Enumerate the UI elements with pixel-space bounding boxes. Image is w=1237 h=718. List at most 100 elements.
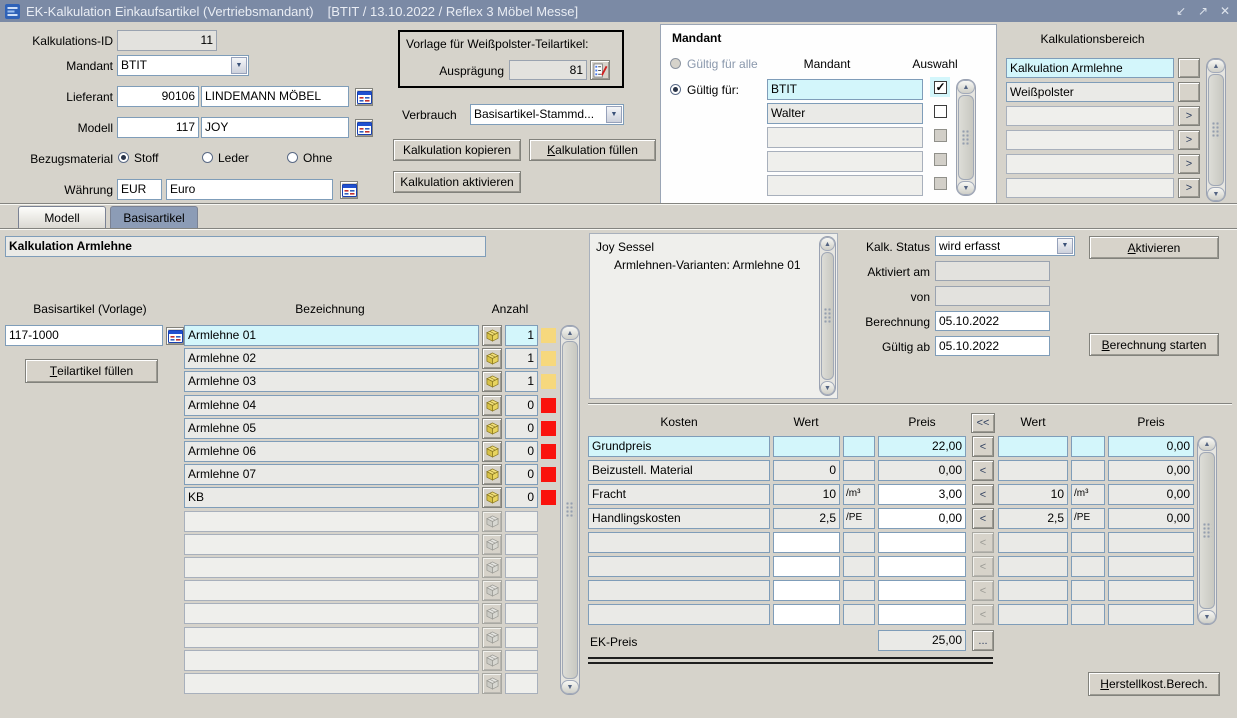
wert-cell[interactable]: 0 (773, 460, 840, 481)
preis-cell[interactable] (878, 604, 966, 625)
bezeichnung-field[interactable]: Armlehne 01 (184, 325, 479, 346)
wert-cell[interactable] (773, 532, 840, 553)
teilartikel-package-button[interactable] (482, 418, 502, 439)
verbrauch-select[interactable]: Basisartikel-Stammd...▼ (470, 104, 624, 125)
anzahl-field[interactable]: 0 (505, 418, 538, 439)
title-bar[interactable]: EK-Kalkulation Einkaufsartikel (Vertrieb… (0, 0, 1237, 22)
kosten-cell[interactable]: Grundpreis (588, 436, 770, 457)
ek-preis-more-button[interactable]: ... (972, 630, 994, 651)
bezeichnung-field[interactable]: Armlehne 05 (184, 418, 479, 439)
wert2-unit-cell[interactable] (1071, 532, 1105, 553)
wert-unit-cell[interactable] (843, 460, 875, 481)
kosten-cell[interactable]: Handlingskosten (588, 508, 770, 529)
preis2-cell[interactable] (1108, 556, 1194, 577)
scroll-thumb[interactable] (821, 252, 834, 380)
teilartikel-package-button[interactable] (482, 325, 502, 346)
teilartikel-package-button[interactable] (482, 487, 502, 508)
mandant-row-field[interactable]: BTIT (767, 79, 923, 100)
kalkulationsbereich-row-button[interactable]: > (1178, 106, 1200, 126)
wert2-unit-cell[interactable] (1071, 556, 1105, 577)
preis2-cell[interactable]: 0,00 (1108, 508, 1194, 529)
wert2-cell[interactable] (998, 532, 1068, 553)
chevron-down-icon[interactable]: ▼ (606, 106, 622, 123)
bezeichnung-field[interactable]: Armlehne 02 (184, 348, 479, 369)
transfer-row-button[interactable]: < (972, 508, 994, 529)
auswahl-checkbox[interactable] (934, 105, 947, 118)
modell-number-field[interactable]: 117 (117, 117, 199, 138)
wert2-unit-cell[interactable] (1071, 436, 1105, 457)
modell-lookup-button[interactable] (355, 119, 373, 137)
waehrung-name-field[interactable]: Euro (166, 179, 333, 200)
scroll-down-button[interactable]: ▼ (561, 680, 579, 694)
preis2-cell[interactable] (1108, 532, 1194, 553)
auswahl-checkbox[interactable]: ✓ (934, 81, 947, 94)
scroll-up-button[interactable]: ▲ (1207, 59, 1225, 73)
lieferant-number-field[interactable]: 90106 (117, 86, 199, 107)
anzahl-field[interactable]: 0 (505, 441, 538, 462)
kalkulationsbereich-row-button[interactable] (1178, 58, 1200, 78)
teilartikel-package-button[interactable] (482, 395, 502, 416)
scroll-down-button[interactable]: ▼ (1207, 187, 1225, 201)
wert-unit-cell[interactable] (843, 580, 875, 601)
teilartikel-package-button[interactable] (482, 348, 502, 369)
scroll-up-button[interactable]: ▲ (820, 237, 835, 251)
preis-cell[interactable]: 0,00 (878, 460, 966, 481)
scroll-up-button[interactable]: ▲ (561, 326, 579, 340)
scroll-thumb[interactable] (1208, 74, 1224, 186)
basisartikel-lookup-button[interactable] (166, 327, 184, 345)
preis2-cell[interactable]: 0,00 (1108, 484, 1194, 505)
wert2-unit-cell[interactable] (1071, 580, 1105, 601)
wert2-cell[interactable] (998, 580, 1068, 601)
kalkulationsbereich-row-button[interactable] (1178, 82, 1200, 102)
wert2-unit-cell[interactable]: /PE (1071, 508, 1105, 529)
teilartikel-fuellen-button[interactable]: Teilartikel füllen (25, 359, 158, 383)
kalkulation-fuellen-button[interactable]: Kalkulation füllen (529, 139, 656, 161)
teilartikel-package-button[interactable] (482, 441, 502, 462)
wert2-cell[interactable]: 10 (998, 484, 1068, 505)
preis2-cell[interactable] (1108, 580, 1194, 601)
bezeichnung-field[interactable]: Armlehne 04 (184, 395, 479, 416)
transfer-row-button[interactable]: < (972, 436, 994, 457)
scroll-down-button[interactable]: ▼ (1198, 610, 1216, 624)
scroll-thumb[interactable] (958, 95, 974, 180)
preis2-cell[interactable] (1108, 604, 1194, 625)
kalkulationsbereich-row-button[interactable]: > (1178, 178, 1200, 198)
wert-unit-cell[interactable] (843, 532, 875, 553)
wert2-unit-cell[interactable]: /m³ (1071, 484, 1105, 505)
wert-unit-cell[interactable] (843, 604, 875, 625)
kalkulation-aktivieren-button[interactable]: Kalkulation aktivieren (393, 171, 521, 193)
preis-cell[interactable] (878, 556, 966, 577)
wert2-cell[interactable] (998, 604, 1068, 625)
restore-icon[interactable]: ↗ (1196, 4, 1210, 18)
kosten-cell[interactable]: Fracht (588, 484, 770, 505)
bezugsmaterial-radio-ohne[interactable] (287, 152, 298, 163)
bezeichnung-field[interactable]: Armlehne 07 (184, 464, 479, 485)
tab-basisartikel[interactable]: Basisartikel (110, 206, 198, 229)
scroll-up-button[interactable]: ▲ (1198, 437, 1216, 451)
scrollbar[interactable]: ▲▼ (956, 79, 976, 196)
wert-cell[interactable] (773, 436, 840, 457)
anzahl-field[interactable]: 0 (505, 395, 538, 416)
bezugsmaterial-radio-leder[interactable] (202, 152, 213, 163)
mandant-select[interactable]: BTIT▼ (117, 55, 249, 76)
transfer-row-button[interactable]: < (972, 484, 994, 505)
wert2-unit-cell[interactable] (1071, 460, 1105, 481)
scrollbar[interactable]: ▲▼ (560, 325, 580, 695)
auspraegung-edit-button[interactable] (590, 60, 610, 80)
wert2-cell[interactable] (998, 436, 1068, 457)
preis-cell[interactable]: 22,00 (878, 436, 966, 457)
scrollbar[interactable]: ▲▼ (819, 236, 836, 396)
wert2-cell[interactable] (998, 556, 1068, 577)
modell-name-field[interactable]: JOY (201, 117, 349, 138)
bezeichnung-field[interactable]: Armlehne 06 (184, 441, 479, 462)
waehrung-lookup-button[interactable] (340, 181, 358, 199)
basisartikel-vorlage-field[interactable]: 117-1000 (5, 325, 163, 346)
tab-modell[interactable]: Modell (18, 206, 106, 229)
waehrung-code-field[interactable]: EUR (117, 179, 162, 200)
preis-cell[interactable] (878, 532, 966, 553)
preis-cell[interactable]: 3,00 (878, 484, 966, 505)
wert-unit-cell[interactable] (843, 556, 875, 577)
berechnung-field[interactable]: 05.10.2022 (935, 311, 1050, 331)
wert-cell[interactable] (773, 556, 840, 577)
wert2-cell[interactable] (998, 460, 1068, 481)
